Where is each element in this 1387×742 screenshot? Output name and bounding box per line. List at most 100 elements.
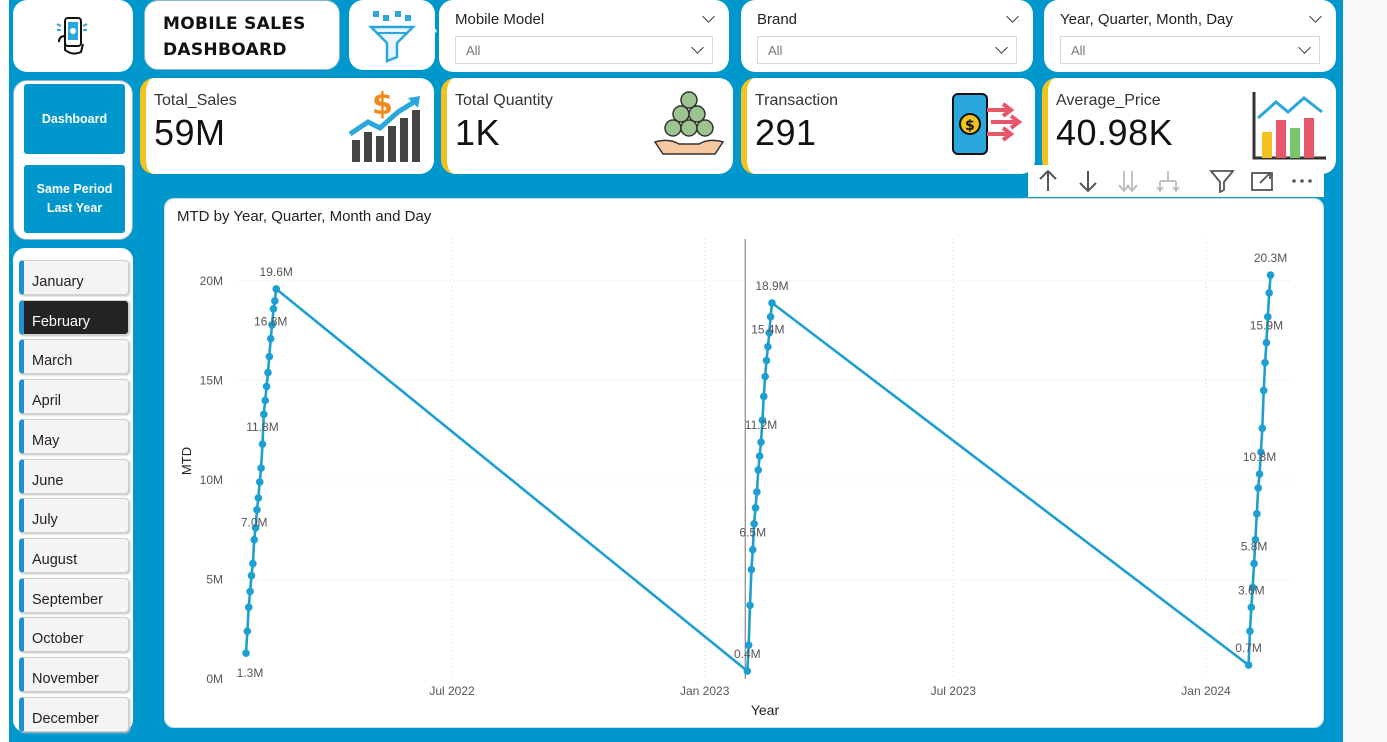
- same-period-last-year-button[interactable]: Same Period Last Year: [24, 165, 125, 233]
- data-point[interactable]: [746, 601, 754, 610]
- data-point[interactable]: [747, 565, 756, 574]
- data-point[interactable]: [1266, 271, 1275, 279]
- slicer-brand[interactable]: Brand All: [741, 0, 1033, 72]
- chevron-down-icon[interactable]: [1309, 10, 1322, 23]
- data-label: 15.4M: [751, 323, 784, 337]
- data-point[interactable]: [244, 603, 253, 612]
- data-point[interactable]: [257, 464, 265, 472]
- data-label: 15.9M: [1250, 319, 1283, 333]
- data-point[interactable]: [260, 410, 268, 419]
- data-point[interactable]: [748, 545, 757, 554]
- data-point[interactable]: [262, 382, 271, 391]
- mobile-payment-icon: $: [952, 93, 1023, 155]
- data-point[interactable]: [1259, 386, 1268, 395]
- data-point[interactable]: [766, 313, 775, 321]
- data-point[interactable]: [255, 478, 264, 486]
- dashboard-canvas: MOBILE SALES DASHBOARD Mobile Model All …: [9, 0, 1343, 742]
- expand-all-icon[interactable]: [1108, 165, 1148, 197]
- month-item-march[interactable]: March: [19, 339, 129, 375]
- month-item-february[interactable]: February: [19, 299, 129, 335]
- page-margin: [1343, 0, 1387, 742]
- data-label: 20.3M: [1254, 251, 1287, 265]
- data-point[interactable]: [266, 334, 275, 343]
- data-point[interactable]: [254, 494, 263, 502]
- focus-mode-icon[interactable]: [1242, 165, 1282, 197]
- data-point[interactable]: [258, 440, 267, 448]
- data-point[interactable]: [762, 356, 771, 365]
- month-item-november[interactable]: November: [19, 657, 129, 692]
- data-point[interactable]: [1250, 559, 1258, 568]
- drill-down-icon[interactable]: [1068, 165, 1108, 197]
- filter-icon[interactable]: [1202, 165, 1242, 197]
- data-point[interactable]: [754, 466, 763, 474]
- kpi-total-quantity: Total Quantity 1K: [441, 78, 733, 174]
- data-point[interactable]: [753, 488, 761, 496]
- y-tick-label: 15M: [200, 374, 223, 388]
- data-point[interactable]: [250, 535, 259, 544]
- data-point[interactable]: [757, 438, 765, 446]
- month-slicer: January February March April May June July Augu…: [13, 248, 133, 732]
- data-point[interactable]: [1246, 627, 1254, 636]
- expand-hierarchy-icon[interactable]: [1148, 165, 1188, 197]
- slicer-mobile-model[interactable]: Mobile Model All: [439, 0, 729, 72]
- chevron-down-icon[interactable]: [1006, 10, 1019, 23]
- data-point[interactable]: [249, 559, 257, 568]
- filter-panel-button[interactable]: [349, 0, 435, 70]
- data-point[interactable]: [768, 299, 776, 307]
- data-point[interactable]: [761, 372, 769, 381]
- mtd-line-chart-card[interactable]: MTD by Year, Quarter, Month and Day 0M 5M…: [164, 198, 1324, 728]
- data-point[interactable]: [246, 587, 254, 596]
- data-point[interactable]: [1247, 603, 1256, 612]
- data-point[interactable]: [265, 352, 274, 361]
- data-point[interactable]: [755, 452, 764, 460]
- month-item-may[interactable]: May: [19, 418, 129, 454]
- data-point[interactable]: [1244, 661, 1253, 669]
- data-point[interactable]: [269, 305, 278, 313]
- month-item-july[interactable]: July: [19, 498, 129, 534]
- month-item-october[interactable]: October: [19, 617, 129, 653]
- month-item-september[interactable]: September: [19, 577, 129, 613]
- x-tick-label: Jan 2024: [1181, 684, 1231, 698]
- data-point[interactable]: [1262, 338, 1271, 347]
- data-point[interactable]: [1255, 470, 1264, 478]
- data-point[interactable]: [271, 297, 279, 305]
- page-title-line1: MOBILE SALES: [163, 14, 306, 34]
- data-label: 19.6M: [260, 265, 293, 279]
- data-point[interactable]: [1265, 289, 1273, 297]
- data-point[interactable]: [1253, 510, 1261, 518]
- data-point[interactable]: [1261, 358, 1269, 367]
- data-point[interactable]: [264, 368, 272, 377]
- data-point[interactable]: [743, 667, 752, 675]
- data-point[interactable]: [247, 571, 256, 580]
- data-point[interactable]: [1254, 484, 1262, 492]
- chevron-down-icon[interactable]: [702, 10, 715, 23]
- month-item-april[interactable]: April: [19, 379, 129, 415]
- drill-up-icon[interactable]: [1028, 165, 1068, 197]
- month-item-december[interactable]: December: [19, 696, 129, 732]
- data-point[interactable]: [1258, 424, 1267, 433]
- data-point[interactable]: [759, 392, 768, 401]
- chevron-down-icon: [691, 41, 704, 54]
- data-point[interactable]: [272, 285, 281, 293]
- month-item-august[interactable]: August: [19, 537, 129, 573]
- slicer-value: All: [768, 42, 783, 58]
- slicer-value: All: [1071, 42, 1086, 58]
- dashboard-button[interactable]: Dashboard: [24, 84, 125, 154]
- data-point[interactable]: [242, 649, 250, 657]
- slicer-date-hierarchy[interactable]: Year, Quarter, Month, Day All: [1044, 0, 1336, 72]
- slicer-dropdown[interactable]: All: [455, 36, 713, 64]
- data-point[interactable]: [261, 396, 270, 405]
- more-options-icon[interactable]: [1282, 165, 1322, 197]
- slicer-dropdown[interactable]: All: [1060, 36, 1320, 64]
- month-item-january[interactable]: January: [19, 260, 129, 295]
- data-point[interactable]: [764, 342, 772, 351]
- data-point[interactable]: [243, 627, 252, 636]
- mtd-line-chart[interactable]: 0M 5M 10M 15M 20M Jul 2022 Jan 2023 Jul 2023 Jan…: [165, 199, 1323, 727]
- month-item-june[interactable]: June: [19, 458, 129, 494]
- slicer-dropdown[interactable]: All: [757, 36, 1017, 64]
- dashboard-button-label: Dashboard: [41, 111, 108, 126]
- data-label: 5.8M: [1241, 540, 1268, 554]
- data-point[interactable]: [253, 506, 261, 514]
- data-point[interactable]: [751, 504, 760, 512]
- page-title-line2: DASHBOARD: [163, 40, 287, 60]
